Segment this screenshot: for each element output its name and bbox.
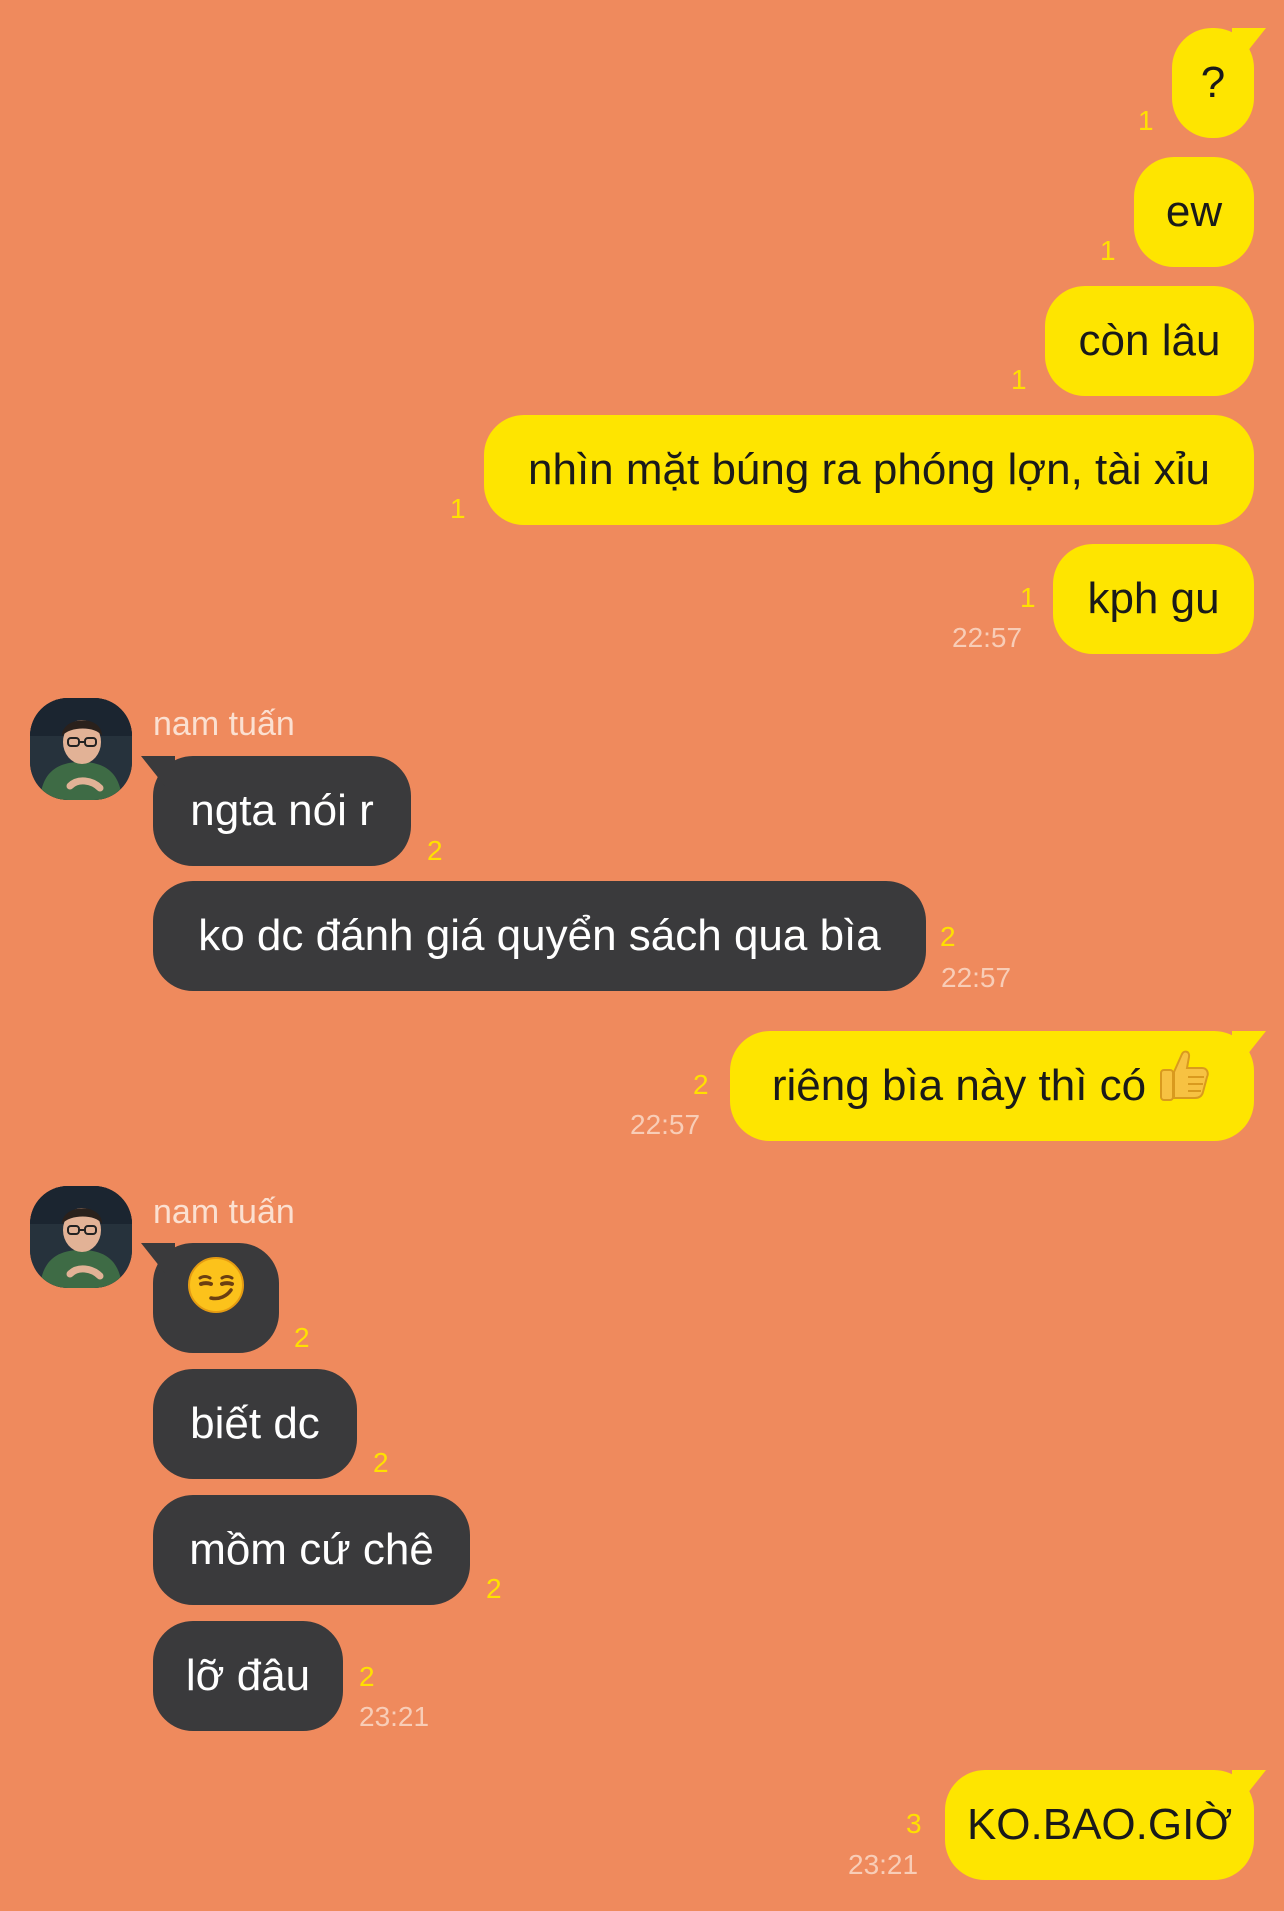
avatar-image [30,1186,132,1288]
message-bubble[interactable]: riêng bìa này thì có [730,1031,1266,1143]
unread-count: 2 [693,1069,709,1100]
unread-count: 1 [1138,105,1154,136]
message-text: nhìn mặt búng ra phóng lợn, tài xỉu [528,445,1210,494]
unread-count: 1 [1020,582,1036,613]
message-text: riêng bìa này thì có [771,1061,1147,1110]
unread-count: 3 [906,1808,922,1839]
sender-name: nam tuấn [153,705,295,743]
message-text: ko dc đánh giá quyển sách qua bìa [198,911,881,960]
message-text: còn lâu [1078,316,1221,365]
timestamp: 22:57 [630,1109,701,1140]
message-text: lỡ đâu [185,1651,311,1700]
message-text: ew [1165,187,1223,236]
bubble-tail [1232,28,1266,58]
message-bubble[interactable]: biết dc [153,1369,357,1479]
message-bubble[interactable]: ew [1134,157,1254,267]
sender-name: nam tuấn [153,1193,295,1231]
message-bubble[interactable]: mồm cứ chê [153,1495,470,1605]
unread-count: 2 [359,1661,375,1692]
bubble-tail [1232,1031,1266,1061]
unread-count: 1 [1011,364,1027,395]
bubble-tail [141,756,175,786]
message-text: ? [1200,58,1226,107]
message-bubble[interactable]: kph gu [1053,544,1254,654]
message-text: kph gu [1087,574,1220,623]
timestamp: 23:21 [359,1701,430,1732]
unread-count: 2 [294,1322,310,1353]
message-text: mồm cứ chê [189,1525,434,1574]
chat-area: ? 1 ew 1 còn lâu 1 nhìn mặt búng ra phón… [0,0,1284,1911]
timestamp: 23:21 [848,1849,919,1880]
message-text: biết dc [190,1399,320,1448]
unread-count: 2 [486,1573,502,1604]
bubble-tail [141,1243,175,1273]
message-bubble[interactable]: nhìn mặt búng ra phóng lợn, tài xỉu [484,415,1254,525]
sender-avatar[interactable] [30,1186,132,1288]
message-bubble[interactable]: KO.BAO.GIỜ [945,1770,1266,1880]
timestamp: 22:57 [941,962,1012,993]
unread-count: 1 [1100,235,1116,266]
thumbs-up-icon [1156,1033,1212,1143]
message-bubble[interactable]: còn lâu [1045,286,1254,396]
message-bubble[interactable]: lỡ đâu [153,1621,343,1731]
timestamp: 22:57 [952,622,1023,653]
message-text: ngta nói r [190,786,374,835]
unread-count: 1 [450,493,466,524]
message-bubble[interactable]: ngta nói r [141,756,411,866]
unread-count: 2 [373,1447,389,1478]
message-bubble[interactable] [141,1243,279,1355]
message-text: KO.BAO.GIỜ [966,1800,1233,1849]
bubble-tail [1232,1770,1266,1800]
unread-count: 2 [940,921,956,952]
message-bubble[interactable]: ? [1172,28,1266,138]
avatar-image [30,698,132,800]
sender-avatar[interactable] [30,698,132,800]
smirking-face-icon [187,1245,245,1355]
unread-count: 2 [427,835,443,866]
message-bubble[interactable]: ko dc đánh giá quyển sách qua bìa [153,881,926,991]
